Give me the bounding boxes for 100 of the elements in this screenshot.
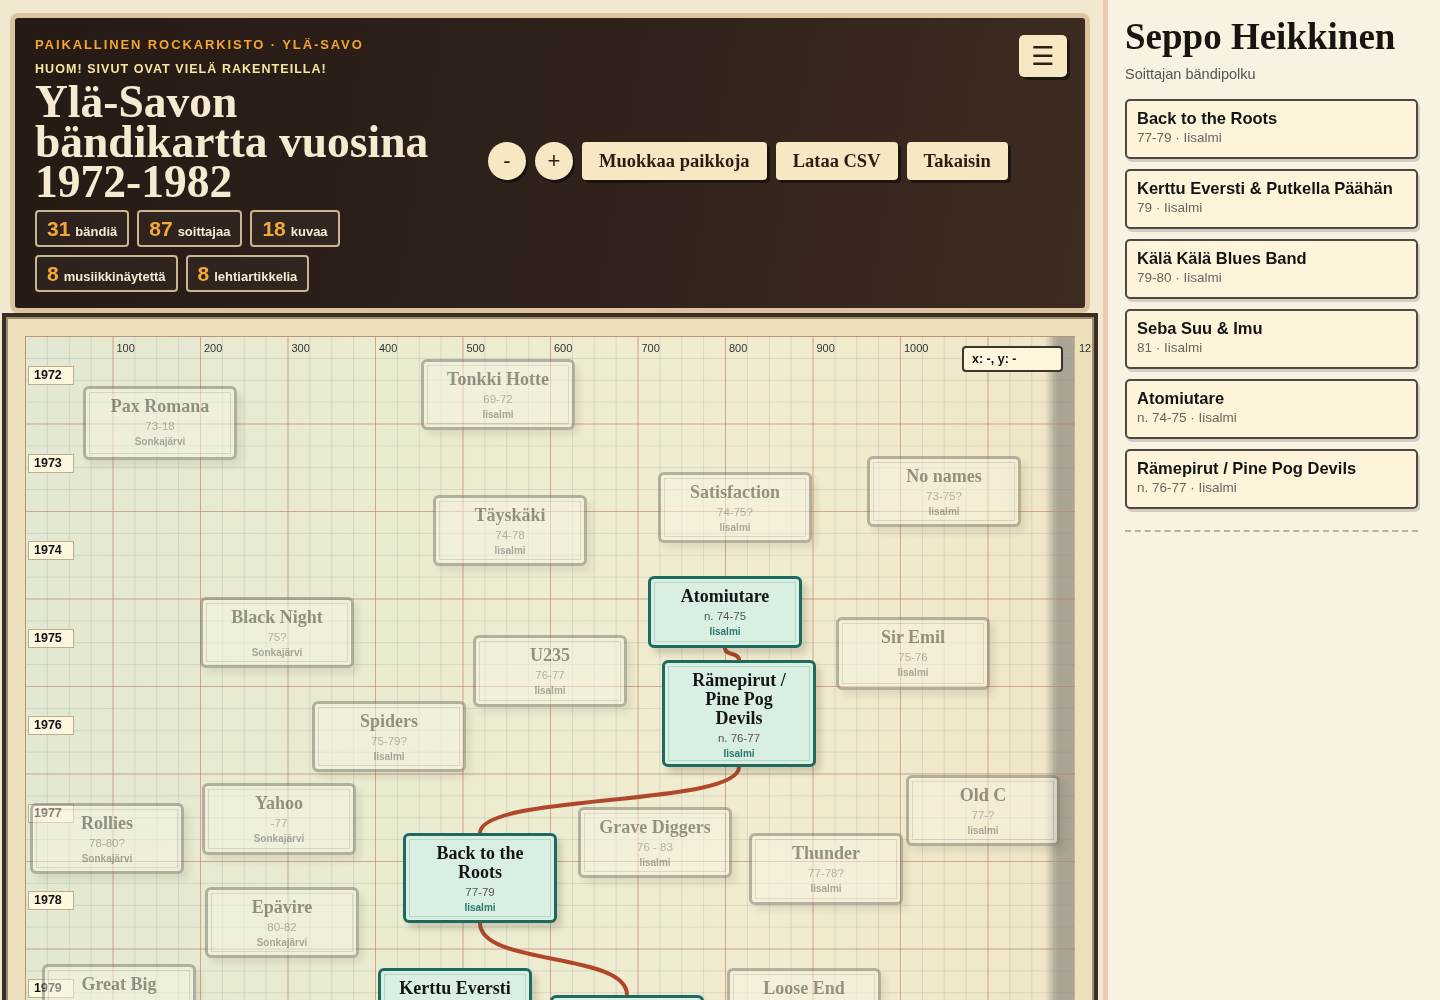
archive-label: PAIKALLINEN ROCKARKISTO · YLÄ-SAVO <box>35 37 365 52</box>
band-node[interactable]: Tonkki Hotte 69-72 Iisalmi <box>421 359 575 430</box>
band-card[interactable]: Back to the Roots 77-79 · Iisalmi <box>1125 99 1418 159</box>
x-axis-label: 1000 <box>904 342 929 355</box>
band-title: Rollies <box>81 814 133 833</box>
band-title: U235 <box>530 646 570 665</box>
band-node[interactable]: Kerttu Eversti <box>378 968 532 1000</box>
band-title: Epävire <box>251 898 313 917</box>
band-name: Kerttu Eversti & Putkella Päähän <box>1137 178 1393 198</box>
year-label: 1972 <box>28 366 74 385</box>
band-title: Grave Diggers <box>599 818 711 837</box>
band-years: -77 <box>270 816 288 830</box>
band-node[interactable]: Spiders 75-79? Iisalmi <box>312 701 466 772</box>
stat-value: 8 <box>197 262 210 286</box>
band-card[interactable]: Kerttu Eversti & Putkella Päähän 79 · Iisalmi <box>1125 169 1418 229</box>
band-name: Atomiutare <box>1137 388 1225 408</box>
x-axis-label: 12 <box>1079 342 1092 355</box>
band-title: Old C <box>959 786 1007 805</box>
stat-label: bändiä <box>75 224 118 240</box>
band-place: Iisalmi <box>709 625 741 638</box>
band-node[interactable]: Sir Emil 75-76 Iisalmi <box>836 617 990 690</box>
edit-places-button[interactable]: Muokkaa paikkoja <box>582 142 767 180</box>
band-years: 80-82 <box>267 920 297 934</box>
stat-label: kuvaa <box>290 224 328 240</box>
band-node[interactable]: Black Night 75? Sonkajärvi <box>200 597 354 668</box>
band-node[interactable]: Back to the Roots 77-79 Iisalmi <box>403 833 557 923</box>
band-title: Pax Romana <box>110 397 210 416</box>
band-place: Sonkajärvi <box>81 852 133 865</box>
band-title: Satisfaction <box>690 483 780 502</box>
band-node[interactable]: Grave Diggers 76 - 83 Iisalmi <box>578 807 732 878</box>
band-years: 75-76 <box>898 650 928 664</box>
band-node[interactable]: Old C 77-? Iisalmi <box>906 775 1060 846</box>
band-place: Sonkajärvi <box>134 435 186 448</box>
download-csv-button[interactable]: Lataa CSV <box>775 142 898 180</box>
band-place: Iisalmi <box>810 882 842 895</box>
band-node[interactable]: Yahoo -77 Sonkajärvi <box>202 783 356 855</box>
band-years: 76-77 <box>535 668 565 682</box>
zoom-in-button[interactable]: + <box>535 142 573 180</box>
band-node[interactable]: Loose End <box>727 968 881 1000</box>
x-axis-label: 500 <box>466 342 485 355</box>
band-node[interactable]: Satisfaction 74-75? Iisalmi <box>658 472 812 543</box>
stat-value: 18 <box>262 217 286 241</box>
band-meta: 81 · Iisalmi <box>1137 339 1203 357</box>
x-axis-label: 600 <box>554 342 573 355</box>
band-title: Back to the Roots <box>435 844 525 882</box>
band-place: Iisalmi <box>373 750 405 763</box>
band-meta: 79-80 · Iisalmi <box>1137 269 1222 287</box>
band-meta: n. 76-77 · Iisalmi <box>1137 479 1237 497</box>
band-node[interactable]: U235 76-77 Iisalmi <box>473 635 627 707</box>
zoom-out-button[interactable]: - <box>488 142 526 180</box>
band-years: 74-78 <box>495 528 525 542</box>
stat-label: musiikkinäytettä <box>63 269 166 285</box>
band-title: Great Big <box>81 975 157 994</box>
band-meta: 79 · Iisalmi <box>1137 199 1203 217</box>
band-years: 76 - 83 <box>637 840 673 854</box>
band-place: Iisalmi <box>494 544 526 557</box>
band-card[interactable]: Seba Suu & Imu 81 · Iisalmi <box>1125 309 1418 369</box>
band-place: Iisalmi <box>967 824 999 837</box>
band-place: Iisalmi <box>928 505 960 518</box>
year-label: 1978 <box>28 891 74 910</box>
band-node[interactable]: Rämepirut / Pine Pog Devils n. 76-77 Iisalmi <box>662 660 816 767</box>
band-years: 77-79 <box>465 885 495 899</box>
band-node[interactable]: Atomiutare n. 74-75 Iisalmi <box>648 576 802 648</box>
musician-name: Seppo Heikkinen <box>1125 17 1397 57</box>
band-node[interactable]: Täyskäki 74-78 Iisalmi <box>433 495 587 566</box>
year-label: 1976 <box>28 716 74 735</box>
band-years: 73-75? <box>926 489 962 503</box>
band-years: 77-? <box>971 808 995 822</box>
year-label: 1974 <box>28 541 74 560</box>
band-years: 75-79? <box>371 734 407 748</box>
band-place: Iisalmi <box>639 856 671 869</box>
band-title: Loose End <box>763 979 845 998</box>
band-years: 75? <box>267 630 287 644</box>
page-title: Ylä-Savon bändikartta vuosina 1972-1982 <box>35 82 430 202</box>
band-node[interactable]: Pax Romana 73-18 Sonkajärvi <box>83 386 237 460</box>
band-place: Iisalmi <box>534 684 566 697</box>
cursor-coordinates: x: -, y: - <box>962 346 1063 372</box>
stat-value: 8 <box>47 262 59 286</box>
band-node[interactable]: Thunder 77-78? Iisalmi <box>749 833 903 905</box>
x-axis-label: 800 <box>729 342 748 355</box>
back-button[interactable]: Takaisin <box>906 142 1008 180</box>
band-years: n. 76-77 <box>717 731 761 745</box>
band-name: Seba Suu & Imu <box>1137 318 1263 338</box>
band-place: Sonkajärvi <box>253 832 305 845</box>
page-subtitle: Soittajan bändipolku <box>1125 65 1257 83</box>
band-years: 74-75? <box>717 505 753 519</box>
band-title: Rämepirut / Pine Pog Devils <box>691 671 787 728</box>
band-place: Sonkajärvi <box>251 646 303 659</box>
band-place: Iisalmi <box>482 408 514 421</box>
band-card[interactable]: Atomiutare n. 74-75 · Iisalmi <box>1125 379 1418 439</box>
x-axis-label: 400 <box>379 342 398 355</box>
stat-value: 87 <box>149 217 173 241</box>
band-node[interactable]: No names 73-75? Iisalmi <box>867 456 1021 527</box>
band-place: Iisalmi <box>897 666 929 679</box>
menu-button[interactable]: ☰ <box>1019 35 1067 77</box>
stat-label: lehtiartikkelia <box>214 269 298 285</box>
band-node[interactable]: Epävire 80-82 Sonkajärvi <box>205 887 359 958</box>
band-card[interactable]: Rämepirut / Pine Pog Devils n. 76-77 · Iisalmi <box>1125 449 1418 509</box>
band-years: 78-80? <box>89 836 125 850</box>
band-card[interactable]: Kälä Kälä Blues Band 79-80 · Iisalmi <box>1125 239 1418 299</box>
